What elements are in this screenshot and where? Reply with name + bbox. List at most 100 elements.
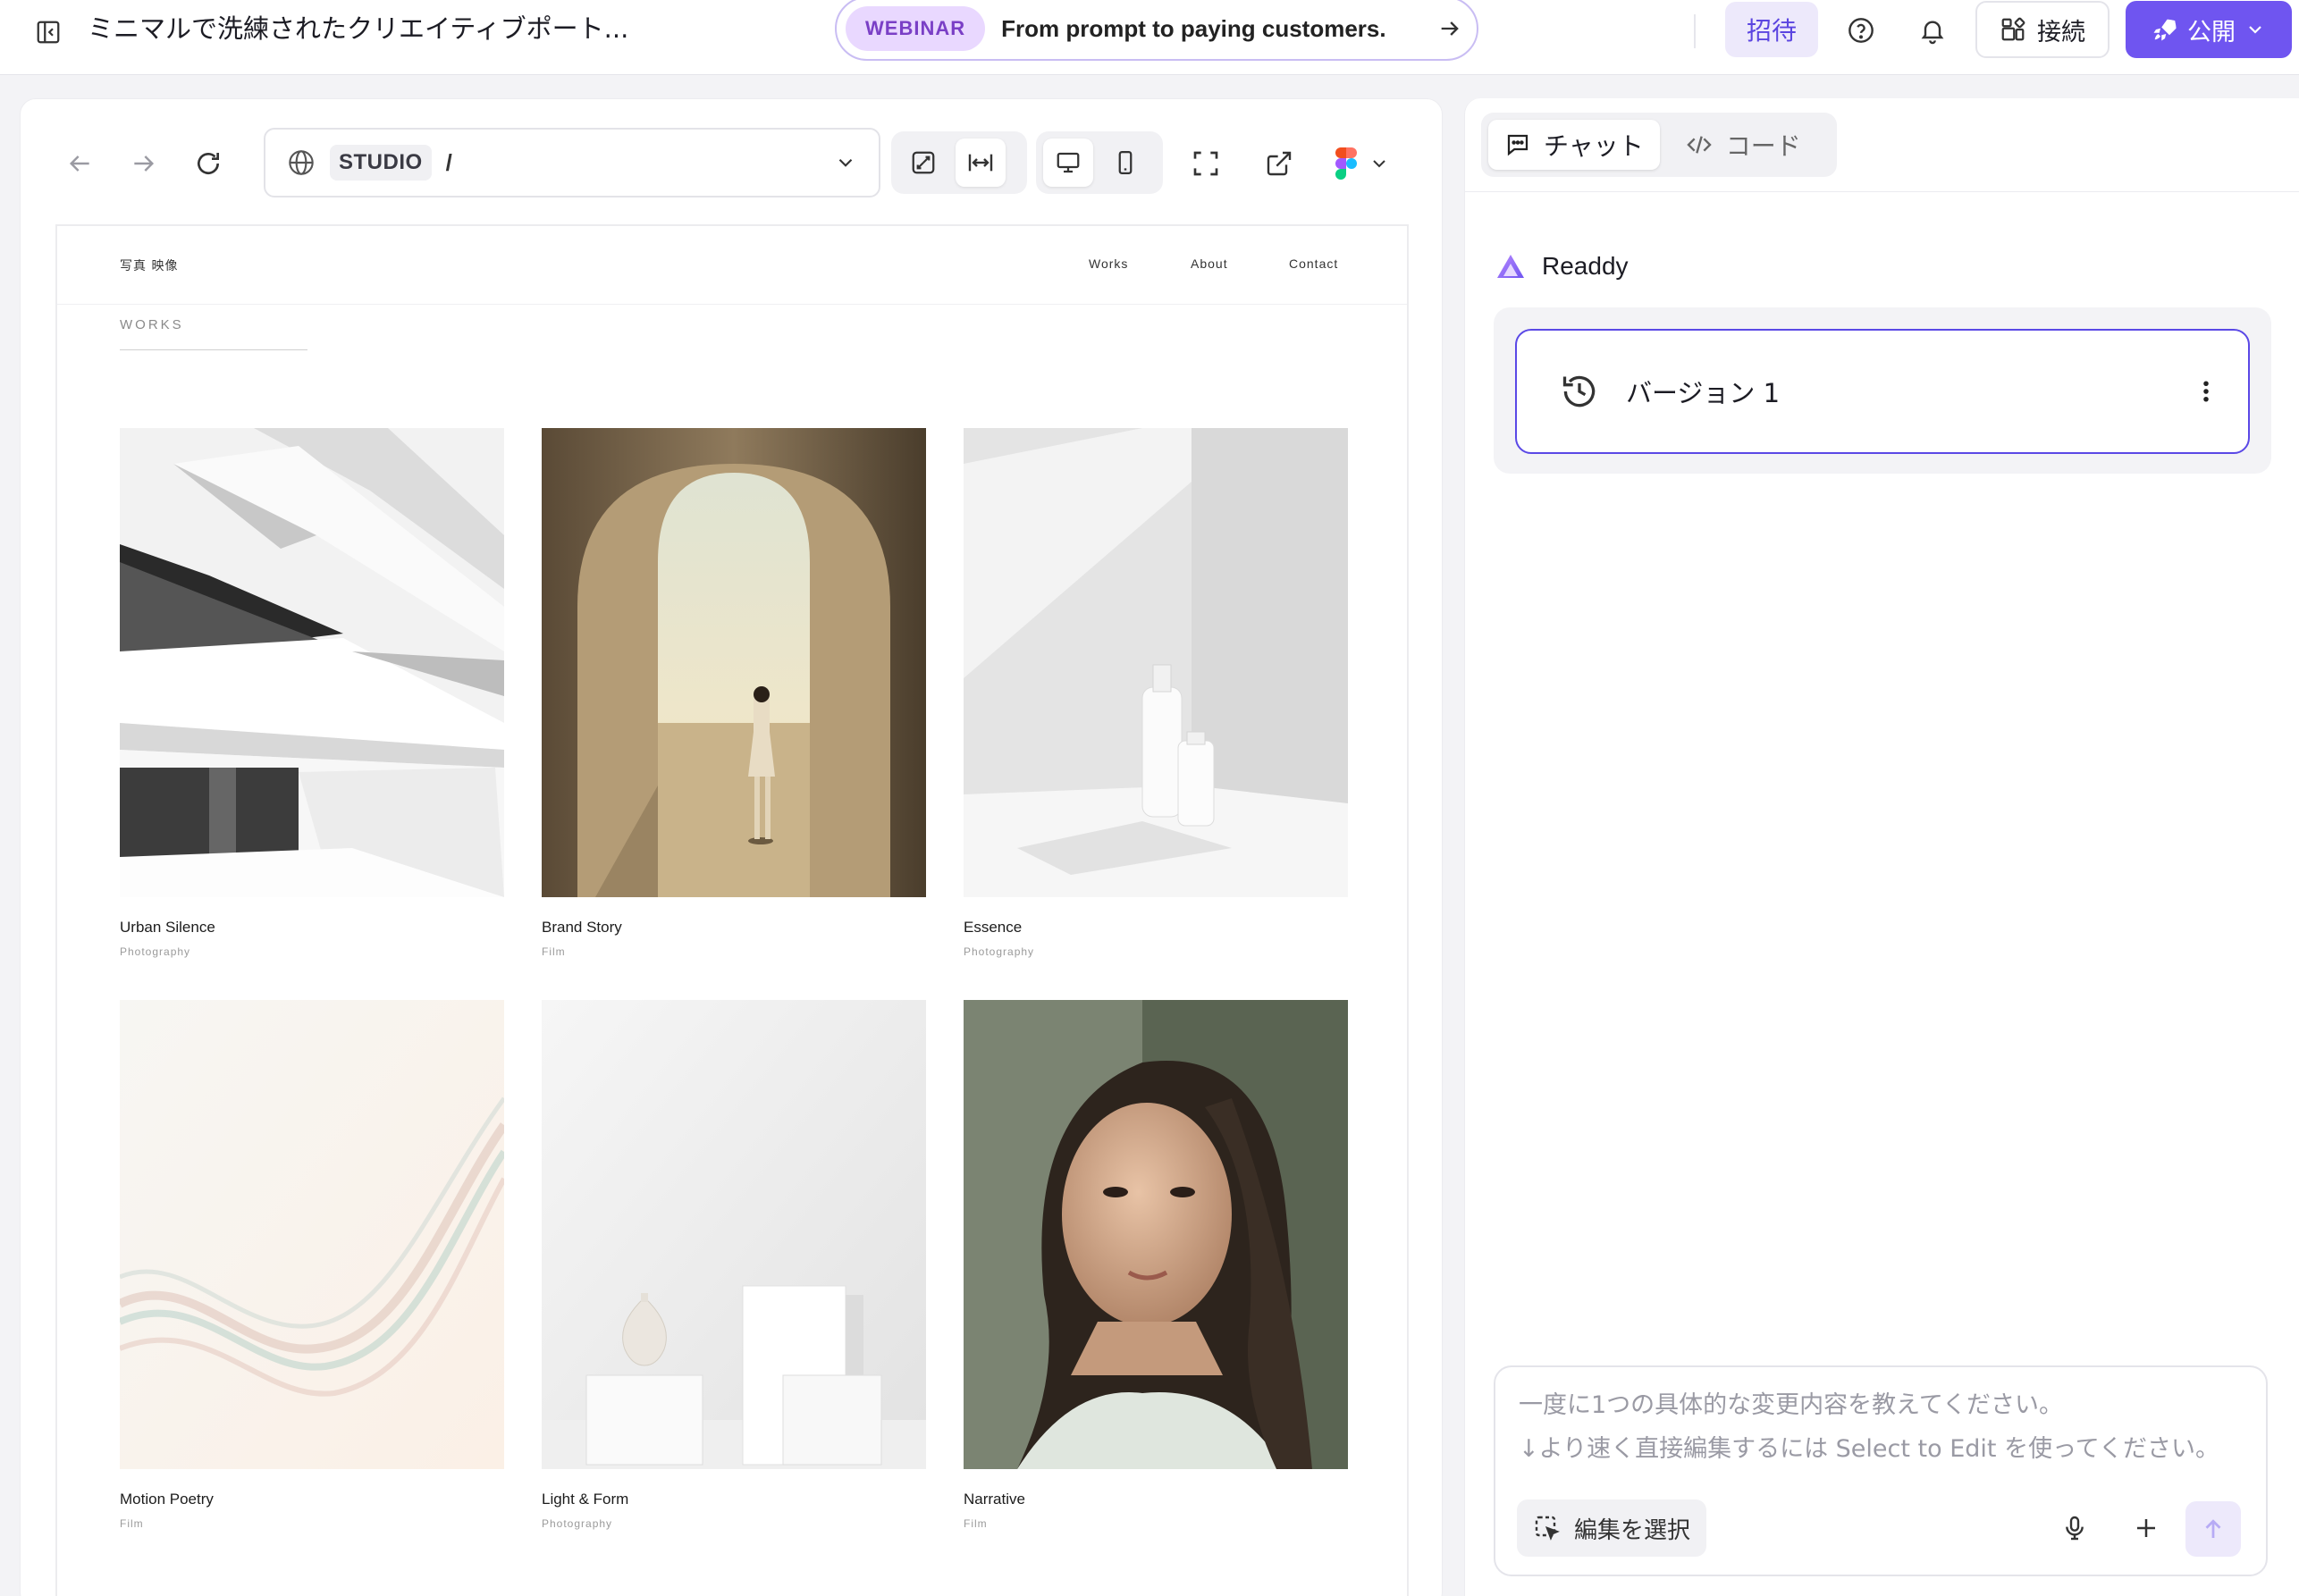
arrow-left-icon [65,149,94,178]
work-image [542,1000,926,1469]
placeholder-line: 一度に1つの具体的な変更内容を教えてください。 [1519,1391,2064,1419]
work-card-urban-silence[interactable]: Urban Silence Photography [120,428,504,958]
select-to-edit-button[interactable]: 編集を選択 [1517,1499,1707,1557]
divider [1694,14,1696,48]
bell-icon [1918,16,1947,45]
work-card-brand-story[interactable]: Brand Story Film [542,428,926,958]
assistant-header: Readdy [1495,252,1629,281]
site-nav-contact[interactable]: Contact [1289,256,1338,271]
smartphone-icon [1112,149,1139,176]
invite-button[interactable]: 招待 [1725,2,1818,57]
tab-code-label: コード [1725,131,1801,161]
figma-export-button[interactable] [1335,144,1390,183]
history-icon [1560,372,1599,411]
fullscreen-button[interactable] [1186,144,1225,183]
tab-chat-label: チャット [1544,131,1644,161]
url-bar[interactable]: STUDIO / [264,128,880,197]
project-title[interactable]: ミニマルで洗練されたクリエイティブポート... [88,13,628,45]
message-input[interactable]: 一度に1つの具体的な変更内容を教えてください。 ↓より速く直接編集するには Se… [1519,1383,2252,1471]
globe-icon [287,148,316,177]
open-external-button[interactable] [1259,144,1299,183]
arrow-up-icon [2200,1516,2227,1542]
monitor-icon [1055,149,1082,176]
code-icon [1685,130,1714,159]
publish-label: 公開 [2187,18,2236,46]
sidebar-toggle-button[interactable] [32,16,64,48]
work-title: Motion Poetry [120,1491,214,1508]
work-title: Narrative [964,1491,1025,1508]
work-category: Photography [964,945,1035,958]
fit-width-button[interactable] [956,139,1006,187]
site-preview-frame: 写真 映像 Works About Contact WORKS Urban Si… [55,224,1409,1596]
work-image [542,428,926,897]
chat-tab-bar: チャット コード [1481,113,1837,177]
work-card-motion-poetry[interactable]: Motion Poetry Film [120,1000,504,1530]
work-image [964,428,1348,897]
works-section-heading: WORKS [120,317,184,332]
more-options-icon[interactable] [2200,378,2212,405]
work-image [964,1000,1348,1469]
assistant-name: Readdy [1542,252,1629,280]
chat-bubble-icon [1504,131,1531,158]
rocket-icon [2152,16,2178,43]
arrow-right-icon [1432,11,1468,46]
chat-panel: チャット コード Readdy バージョン 1 一度に1つの具体的な変更内容を教… [1464,98,2299,1596]
help-button[interactable] [1841,11,1881,50]
refresh-icon [194,149,223,178]
plus-icon [2133,1515,2160,1541]
expand-icon [910,149,937,176]
site-nav-works[interactable]: Works [1089,256,1128,271]
site-nav-about[interactable]: About [1191,256,1228,271]
banner-text: From prompt to paying customers. [1001,14,1386,42]
heading-underline [120,349,307,350]
mobile-view-button[interactable] [1100,139,1150,187]
work-card-narrative[interactable]: Narrative Film [964,1000,1348,1530]
select-cursor-icon [1533,1514,1562,1542]
site-header: 写真 映像 Works About Contact [57,226,1407,305]
site-label-chip: STUDIO [330,145,432,181]
forward-button[interactable] [124,144,164,183]
webinar-badge: WEBINAR [846,6,986,51]
microphone-icon [2060,1514,2089,1542]
preview-panel: STUDIO / 写真 映像 Works About Contact WORKS… [20,98,1443,1596]
resize-tool-group [891,131,1027,194]
site-logo[interactable]: 写真 映像 [120,256,178,274]
arrow-right-icon [130,149,158,178]
connect-button[interactable]: 接続 [1975,1,2110,58]
webinar-banner[interactable]: WEBINAR From prompt to paying customers. [835,0,1478,61]
version-label: バージョン 1 [1626,378,1781,408]
notifications-button[interactable] [1913,11,1952,50]
fullscreen-icon [1192,149,1220,178]
expand-button[interactable] [898,139,948,187]
select-to-edit-label: 編集を選択 [1574,1516,1691,1544]
message-composer: 一度に1つの具体的な変更内容を教えてください。 ↓より速く直接編集するには Se… [1494,1365,2268,1576]
publish-button[interactable]: 公開 [2126,1,2292,58]
readdy-logo-icon [1495,253,1526,280]
attach-button[interactable] [2125,1507,2168,1550]
work-card-essence[interactable]: Essence Photography [964,428,1348,958]
tab-code[interactable]: コード [1669,120,1817,170]
figma-icon [1335,147,1358,180]
work-title: Essence [964,919,1023,936]
version-card[interactable]: バージョン 1 [1515,329,2250,454]
send-button[interactable] [2185,1501,2241,1557]
tab-chat[interactable]: チャット [1488,120,1660,170]
back-button[interactable] [60,144,99,183]
work-card-light-form[interactable]: Light & Form Photography [542,1000,926,1530]
top-bar: ミニマルで洗練されたクリエイティブポート... WEBINAR From pro… [0,0,2299,75]
voice-input-button[interactable] [2053,1507,2096,1550]
url-path: / [445,148,452,176]
work-category: Film [964,1517,988,1530]
apps-icon [2000,16,2026,43]
work-title: Light & Form [542,1491,629,1508]
chevron-down-icon [834,151,857,174]
chevron-down-icon [2244,19,2266,40]
desktop-view-button[interactable] [1043,139,1093,187]
reload-button[interactable] [189,144,228,183]
placeholder-line: ↓より速く直接編集するには Select to Edit を使ってください。 [1519,1435,2219,1463]
external-link-icon [1265,149,1293,178]
work-image [120,1000,504,1469]
work-category: Film [120,1517,144,1530]
divider [1465,191,2299,192]
work-category: Photography [542,1517,613,1530]
